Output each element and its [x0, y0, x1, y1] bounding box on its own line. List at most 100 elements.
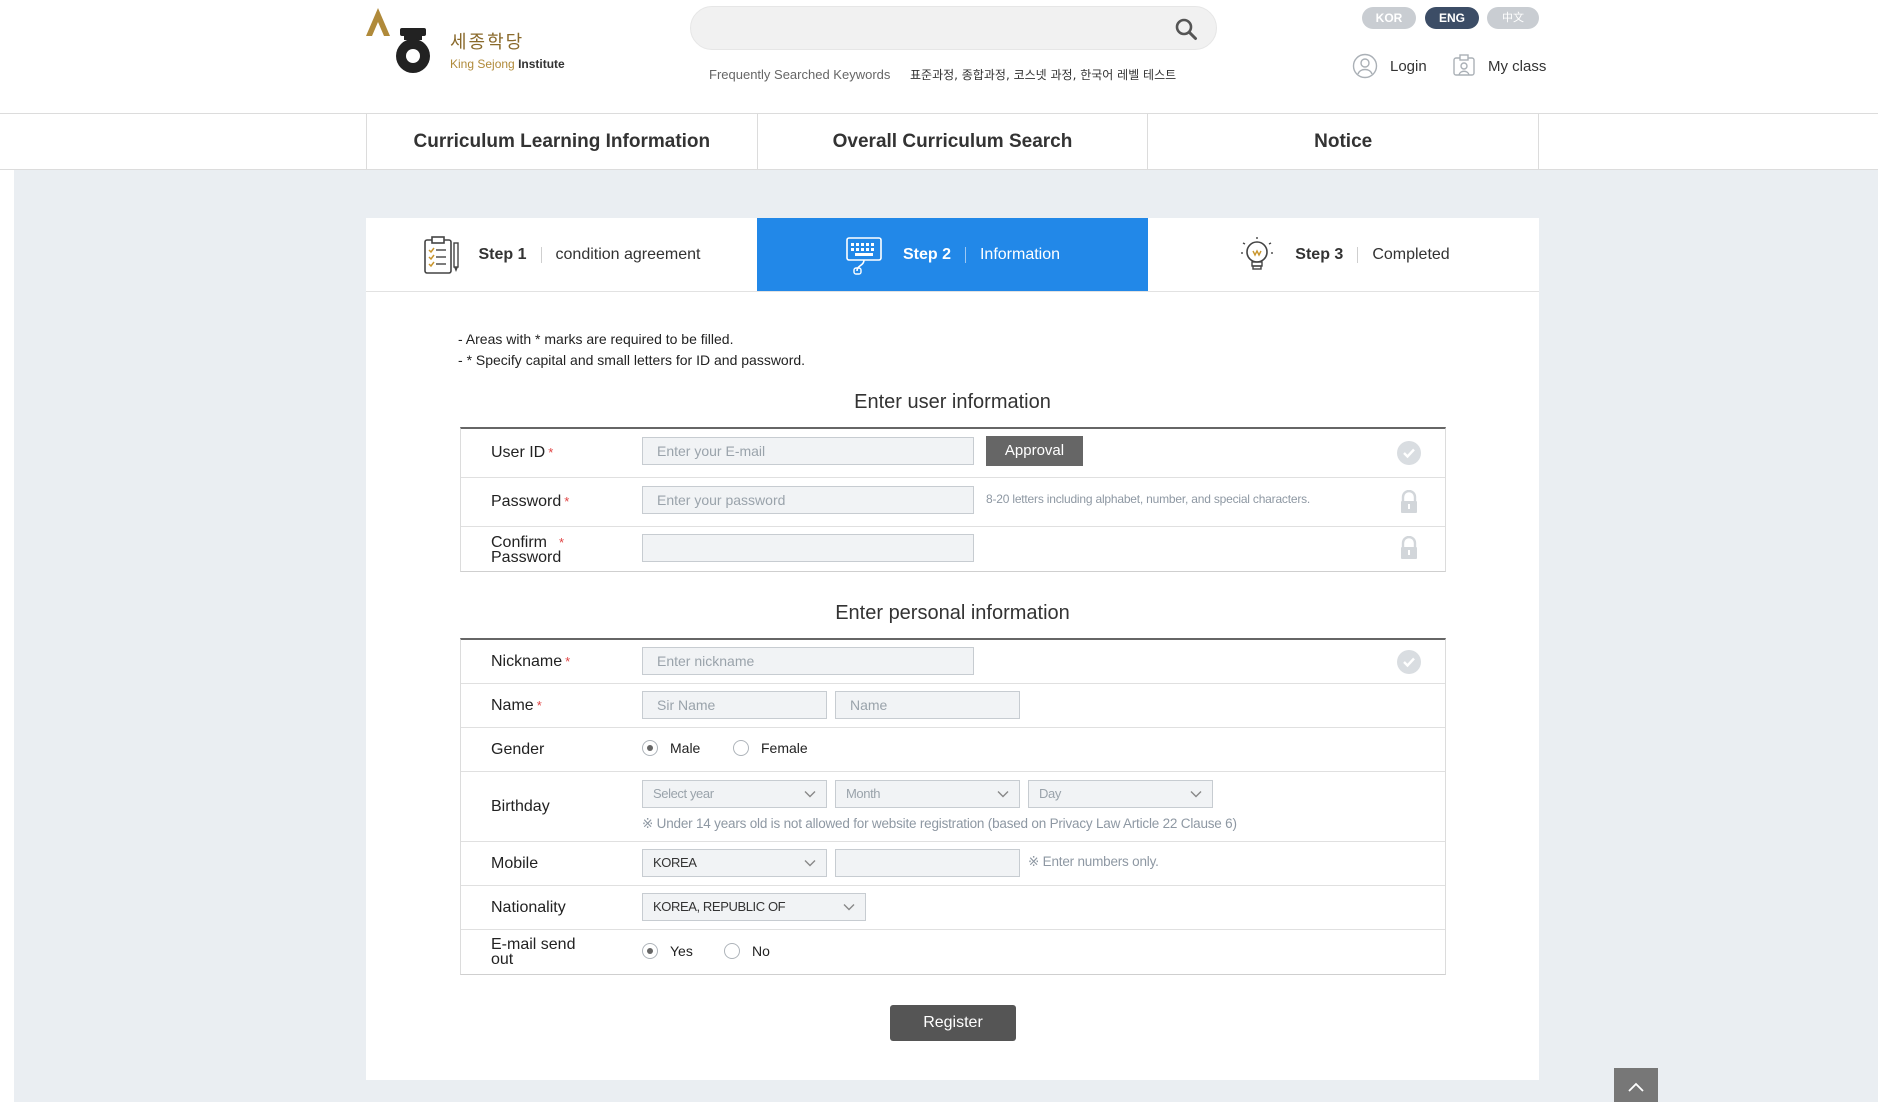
step-2-number: Step 2 [902, 245, 951, 263]
nationality-value: KOREA, REPUBLIC OF [653, 899, 786, 914]
lock-icon [1401, 490, 1417, 513]
user-id-input[interactable]: Enter your E-mail [642, 437, 974, 465]
user-info-table: User ID * Enter your E-mail Approval Pass… [460, 427, 1446, 572]
logo-brand: King Sejong [450, 57, 515, 71]
birthday-age-hint: ※ Under 14 years old is not allowed for … [642, 816, 1237, 831]
login-label: Login [1390, 57, 1427, 75]
myclass-label: My class [1488, 57, 1547, 75]
mobile-hint: ※ Enter numbers only. [1028, 854, 1159, 869]
nav-curriculum-learning-info[interactable]: Curriculum Learning Information [367, 114, 758, 170]
row-gender: Gender Male Female [461, 728, 1445, 772]
logo-brand-suffix: Institute [518, 57, 565, 71]
personal-info-table: Nickname * Enter nickname Name * Sir Name … [460, 638, 1446, 975]
myclass-icon [1453, 54, 1475, 76]
mobile-country-select[interactable]: KOREA [642, 849, 827, 877]
given-name-input[interactable]: Name [835, 691, 1020, 719]
step-3-number: Step 3 [1295, 245, 1344, 263]
lock-icon [1401, 536, 1417, 559]
myclass-link[interactable]: My class [1452, 52, 1546, 80]
step-3-label: Completed [1372, 245, 1450, 263]
password-label: Password * [491, 493, 570, 510]
chevron-down-icon [843, 904, 855, 911]
search-icon[interactable] [1174, 17, 1198, 41]
surname-input[interactable]: Sir Name [642, 691, 827, 719]
birth-month-select[interactable]: Month [835, 780, 1020, 808]
gender-male-label: Male [670, 740, 701, 756]
step-2: Step 2 Information [757, 218, 1148, 291]
keyboard-icon [846, 236, 882, 275]
logo-english-text: King Sejong Institute [450, 57, 565, 71]
password-input[interactable]: Enter your password [642, 486, 974, 514]
confirm-password-input[interactable] [642, 534, 974, 562]
login-link[interactable]: Login [1352, 52, 1427, 80]
scroll-to-top-button[interactable] [1614, 1068, 1658, 1102]
chevron-down-icon [804, 860, 816, 867]
nationality-select[interactable]: KOREA, REPUBLIC OF [642, 893, 866, 921]
row-nickname: Nickname * Enter nickname [461, 640, 1445, 684]
step-1-number: Step 1 [478, 245, 527, 263]
lang-eng-button[interactable]: ENG [1425, 7, 1479, 29]
gender-female-radio[interactable]: Female [733, 740, 808, 756]
mobile-label: Mobile [491, 855, 539, 872]
step-indicator: Step 1 condition agreement Step 2 Inform… [366, 218, 1539, 292]
approval-button[interactable]: Approval [986, 436, 1083, 466]
chevron-up-icon [1628, 1082, 1644, 1092]
site-header: 세종학당 King Sejong Institute Frequently Se… [0, 0, 1878, 114]
search-input[interactable] [690, 6, 1217, 50]
birth-year-select[interactable]: Select year [642, 780, 827, 808]
personal-info-title: Enter personal information [835, 602, 1070, 624]
user-id-label-text: User ID [491, 444, 546, 461]
row-email-send: E-mail send out Yes No [461, 930, 1445, 974]
birth-day-select[interactable]: Day [1028, 780, 1213, 808]
nickname-label: Nickname * [491, 653, 571, 670]
gender-male-radio[interactable]: Male [642, 740, 700, 756]
keywords-values[interactable]: 표준과정, 종합과정, 코스넷 과정, 한국어 레벨 테스트 [910, 68, 1176, 82]
gender-female-label: Female [761, 740, 808, 756]
gender-label: Gender [491, 741, 545, 758]
step-1-label: condition agreement [555, 245, 701, 263]
site-logo[interactable]: 세종학당 King Sejong Institute [366, 6, 586, 76]
chevron-down-icon [997, 791, 1009, 798]
chevron-down-icon [804, 791, 816, 798]
row-password: Password * Enter your password 8-20 lette… [461, 478, 1445, 527]
password-hint: 8-20 letters including alphabet, number,… [986, 492, 1311, 506]
lightbulb-icon [1241, 236, 1274, 270]
form-notes: Areas with * marks are required to be fi… [458, 329, 805, 371]
email-send-yes-radio[interactable]: Yes [642, 943, 693, 959]
nationality-label: Nationality [491, 899, 566, 916]
confirm-password-label: Confirm * Password [491, 534, 565, 566]
main-nav: Curriculum Learning Information Overall … [0, 114, 1878, 170]
register-button[interactable]: Register [890, 1005, 1016, 1041]
birth-year-value: Select year [653, 786, 714, 801]
lang-kor-button[interactable]: KOR [1362, 7, 1416, 29]
user-id-label: User ID * [491, 444, 554, 461]
name-label-text: Name [491, 697, 534, 714]
password-label-text: Password [491, 493, 562, 510]
logo-korean-text: 세종학당 [450, 32, 525, 53]
lang-chinese-button[interactable]: 中文 [1487, 7, 1539, 29]
row-user-id: User ID * Enter your E-mail Approval [461, 429, 1445, 478]
row-mobile: Mobile KOREA ※ Enter numbers only. [461, 842, 1445, 886]
email-send-label: E-mail send out [491, 937, 575, 968]
nickname-input[interactable]: Enter nickname [642, 647, 974, 675]
registration-card: Step 1 condition agreement Step 2 Inform… [366, 218, 1539, 1080]
mobile-country-value: KOREA [653, 855, 697, 870]
row-nationality: Nationality KOREA, REPUBLIC OF [461, 886, 1445, 930]
email-send-no-radio[interactable]: No [724, 943, 770, 959]
mobile-number-input[interactable] [835, 849, 1020, 877]
step-2-label: Information [979, 245, 1061, 263]
confirm-password-label-line2: Password [491, 549, 562, 566]
row-name: Name * Sir Name Name [461, 684, 1445, 728]
user-info-title: Enter user information [854, 391, 1051, 413]
step-1: Step 1 condition agreement [366, 218, 757, 291]
birth-month-value: Month [846, 786, 881, 801]
frequent-keywords: Frequently Searched Keywords 표준과정, 종합과정,… [709, 66, 1176, 83]
keywords-label: Frequently Searched Keywords [709, 67, 891, 82]
nav-overall-curriculum-search[interactable]: Overall Curriculum Search [758, 114, 1149, 170]
note-case-sensitive: * Specify capital and small letters for … [458, 350, 806, 371]
user-icon [1352, 53, 1378, 79]
clipboard-icon [423, 235, 459, 274]
email-send-no-label: No [752, 943, 770, 959]
nav-notice[interactable]: Notice [1148, 114, 1540, 170]
check-circle-icon [1397, 650, 1421, 674]
